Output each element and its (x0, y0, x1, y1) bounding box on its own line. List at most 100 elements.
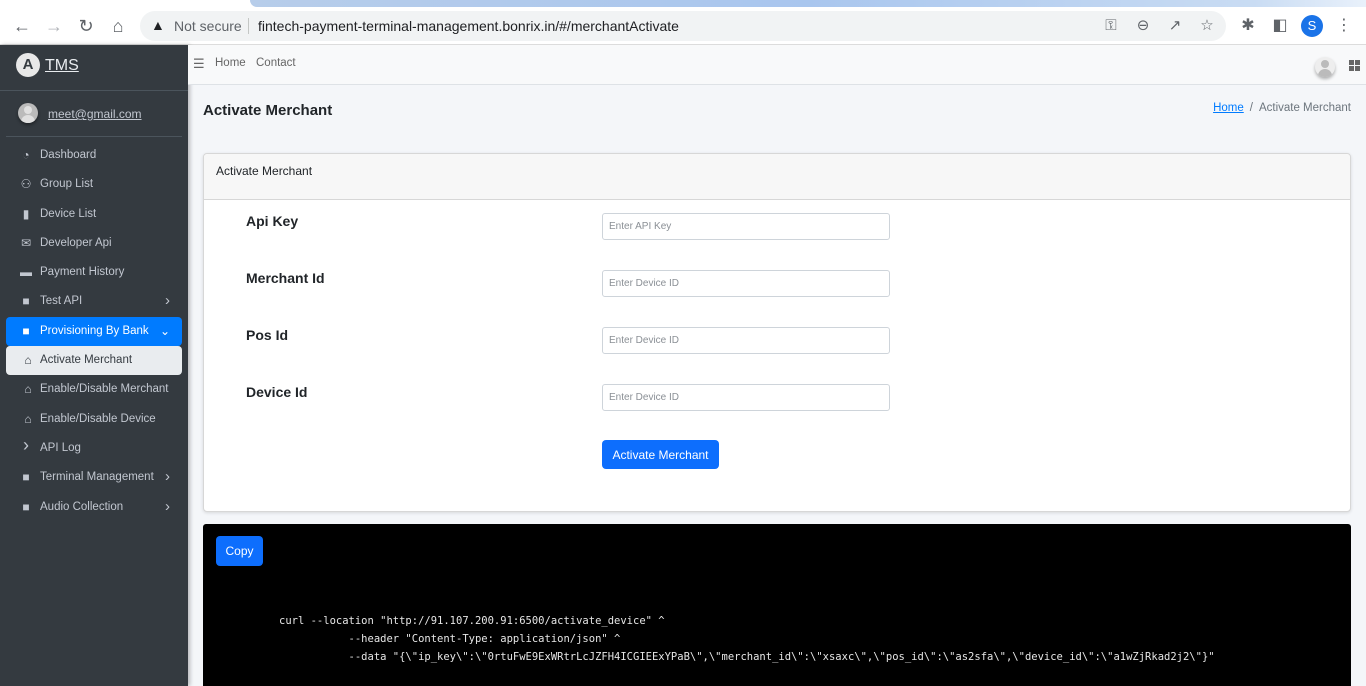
divider (248, 18, 249, 34)
sidebar-item-group-list[interactable]: ⚇ Group List (6, 170, 182, 199)
api-key-label: Api Key (246, 213, 299, 229)
pos-id-label: Pos Id (246, 327, 289, 343)
brand-name[interactable]: TMS (45, 57, 79, 75)
card-title: Activate Merchant (216, 164, 313, 178)
envelope-open-icon: ✉ (20, 235, 32, 250)
browser-toolbar: ← → ↻ ⌂ ▲ Not secure fintech-payment-ter… (0, 7, 1366, 45)
warning-icon[interactable]: ▲ (151, 17, 165, 33)
sidebar-item-enable-disable-device[interactable]: ⌂ Enable/Disable Device (6, 405, 182, 434)
api-key-row: Api Key (246, 213, 1246, 241)
sidebar-item-label: Provisioning By Bank (40, 324, 149, 337)
users-icon: ⚇ (20, 177, 32, 192)
breadcrumb-current: Activate Merchant (1258, 102, 1351, 114)
sidebar-item-label: Device List (40, 207, 97, 220)
device-id-row: Device Id (246, 384, 1246, 412)
folder-icon: ■ (22, 470, 30, 485)
key-icon[interactable]: ⚿ (1101, 16, 1121, 36)
sidebar-item-terminal-management[interactable]: ■ Terminal Management › (6, 463, 182, 492)
sidebar-item-label: Dashboard (40, 149, 97, 161)
star-icon[interactable]: ☆ (1197, 16, 1217, 36)
mobile-icon: ▮ (22, 206, 30, 221)
sidebar-item-api-log[interactable]: › API Log (6, 434, 182, 463)
sidebar-item-label: Enable/Disable Device (40, 412, 156, 425)
page-title: Activate Merchant (203, 102, 333, 119)
code-line: --data "{\"ip_key\":\"0rtuFwE9ExWRtrLcJZ… (279, 651, 1215, 663)
chevron-down-icon: ⌄ (159, 323, 170, 338)
security-label[interactable]: Not secure (174, 18, 242, 34)
browser-tab-bar[interactable] (250, 0, 1366, 7)
api-key-input[interactable] (602, 213, 890, 240)
sidebar-item-label: Developer Api (40, 236, 112, 249)
sidebar-item-label: Payment History (40, 266, 125, 279)
merchant-id-input[interactable] (602, 270, 890, 297)
merchant-id-label: Merchant Id (246, 270, 325, 286)
device-id-label: Device Id (246, 384, 308, 400)
sidebar-item-label: Test API (40, 295, 83, 308)
main-header: ☰ Home Contact (188, 45, 1366, 85)
bank-icon: ⌂ (24, 411, 32, 426)
address-bar[interactable]: ▲ Not secure fintech-payment-terminal-ma… (140, 11, 1226, 41)
sidebar-item-label: Enable/Disable Merchant (40, 383, 169, 396)
copy-button[interactable]: Copy (216, 536, 263, 566)
side-panel-icon[interactable]: ◧ (1270, 16, 1290, 36)
sidebar-item-device-list[interactable]: ▮ Device List (6, 200, 182, 229)
curl-code-panel: Copy curl --location "http://91.107.200.… (203, 524, 1351, 686)
pos-id-input[interactable] (602, 327, 890, 354)
sidebar-item-label: Terminal Management (40, 471, 154, 484)
home-icon[interactable]: ⌂ (106, 14, 130, 38)
menu-kebab-icon[interactable]: ⋮ (1334, 16, 1354, 36)
sidebar-item-enable-disable-merchant[interactable]: ⌂ Enable/Disable Merchant (6, 375, 182, 404)
folder-icon: ■ (22, 499, 30, 514)
code-line: curl --location "http://91.107.200.91:65… (279, 615, 665, 627)
sidebar-item-provisioning-by-bank[interactable]: ■ Provisioning By Bank ⌄ (6, 316, 182, 347)
extensions-icon[interactable]: ✱ (1238, 16, 1258, 36)
sidebar-nav: ◔ Dashboard ⚇ Group List ▮ Device List ✉ Develo… (6, 141, 182, 522)
chevron-right-icon: › (23, 434, 29, 455)
folder-icon: ■ (22, 294, 30, 309)
user-avatar-icon (18, 103, 38, 123)
share-icon[interactable]: ↗ (1165, 16, 1185, 36)
sidebar-item-label: Audio Collection (40, 500, 124, 513)
sidebar-item-label: Activate Merchant (40, 354, 133, 367)
back-icon[interactable]: ← (10, 14, 34, 38)
curl-code-block[interactable]: curl --location "http://91.107.200.91:65… (279, 612, 1215, 666)
sidebar-item-payment-history[interactable]: ▬ Payment History (6, 258, 182, 287)
bank-icon: ⌂ (24, 353, 32, 368)
device-id-input[interactable] (602, 384, 890, 411)
sidebar-item-audio-collection[interactable]: ■ Audio Collection › (6, 493, 182, 522)
chevron-right-icon: › (165, 292, 170, 310)
profile-avatar[interactable]: S (1301, 15, 1323, 37)
nav-link-home[interactable]: Home (215, 57, 246, 69)
folder-icon: ■ (22, 323, 30, 338)
tachometer-icon: ◔ (22, 148, 30, 162)
user-email-link[interactable]: meet@gmail.com (48, 107, 142, 121)
sidebar-item-label: Group List (40, 178, 94, 191)
zoom-out-icon[interactable]: ⊖ (1133, 16, 1153, 36)
nav-link-contact[interactable]: Contact (256, 57, 296, 69)
merchant-id-row: Merchant Id (246, 270, 1246, 298)
brand-link[interactable]: A TMS (0, 45, 188, 91)
code-line: --header "Content-Type: application/json… (279, 633, 621, 645)
breadcrumb: Home / Activate Merchant (1213, 102, 1351, 114)
user-panel: meet@gmail.com (6, 91, 182, 137)
sidebar-item-test-api[interactable]: ■ Test API › (6, 287, 182, 316)
sidebar-item-dashboard[interactable]: ◔ Dashboard (6, 141, 182, 170)
reload-icon[interactable]: ↻ (74, 14, 98, 38)
hamburger-menu-icon[interactable]: ☰ (193, 56, 205, 72)
credit-card-icon: ▬ (20, 265, 32, 280)
sidebar: A TMS meet@gmail.com ◔ Dashboard ⚇ Group Li… (0, 45, 188, 686)
activate-merchant-button[interactable]: Activate Merchant (602, 440, 719, 469)
apps-grid-icon[interactable] (1349, 60, 1360, 71)
browser-tab-strip (0, 0, 1366, 7)
header-user-avatar-icon[interactable] (1315, 57, 1335, 77)
brand-logo-icon: A (16, 53, 40, 77)
chevron-right-icon: › (165, 497, 170, 515)
pos-id-row: Pos Id (246, 327, 1246, 355)
breadcrumb-home-link[interactable]: Home (1213, 102, 1244, 114)
bank-icon: ⌂ (24, 382, 32, 397)
chevron-right-icon: › (165, 468, 170, 486)
sidebar-item-developer-api[interactable]: ✉ Developer Api (6, 229, 182, 258)
sidebar-item-activate-merchant[interactable]: ⌂ Activate Merchant (6, 346, 182, 376)
forward-icon[interactable]: → (42, 14, 66, 38)
url-text[interactable]: fintech-payment-terminal-management.bonr… (258, 18, 679, 34)
